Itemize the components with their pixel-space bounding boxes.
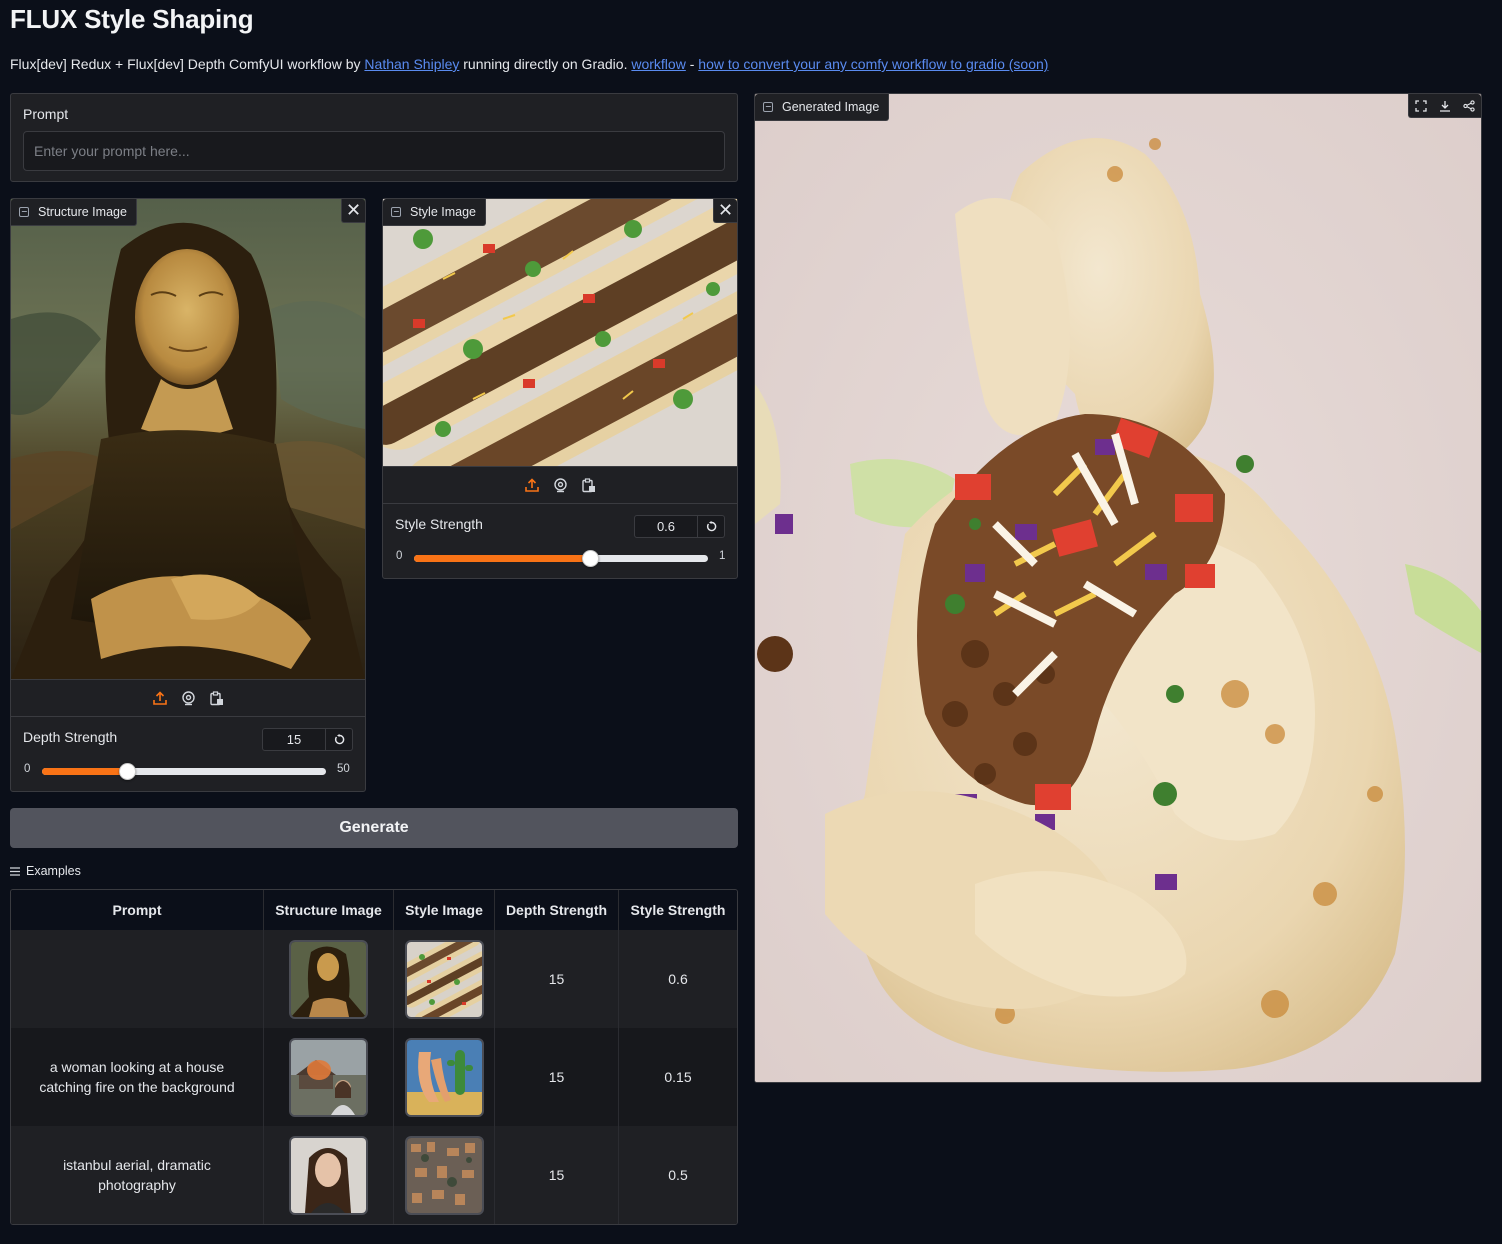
prompt-label: Prompt (23, 106, 69, 122)
example-depth-strength: 15 (495, 1028, 619, 1126)
mona-lisa-image (11, 199, 365, 679)
download-icon[interactable] (1433, 94, 1457, 117)
example-style-thumb (394, 1028, 495, 1126)
reset-icon (334, 734, 344, 745)
example-style-strength: 0.5 (668, 1167, 688, 1183)
structure-image-preview[interactable] (11, 199, 365, 679)
style-strength-max: 1 (719, 550, 726, 562)
structure-image-panel: Structure Image ✕ Depth Strength 15 0 50 (10, 198, 366, 792)
style-image-label-text: Style Image (410, 205, 477, 219)
example-row[interactable]: istanbul aerial, dramatic photography 15… (11, 1126, 737, 1224)
style-image-source-bar (383, 466, 737, 504)
structure-image-label: Structure Image (11, 199, 137, 226)
examples-label: Examples (10, 864, 81, 878)
image-icon (763, 102, 773, 112)
style-strength-track[interactable] (414, 550, 708, 567)
example-style-thumb (394, 930, 495, 1028)
generated-image[interactable] (755, 94, 1482, 1083)
prompt-panel: Prompt (10, 93, 738, 182)
example-structure-thumb (264, 930, 394, 1028)
style-image-label: Style Image (383, 199, 487, 226)
depth-strength-track[interactable] (42, 763, 326, 780)
depth-strength-reset-button[interactable] (326, 728, 353, 751)
structure-image-close-button[interactable]: ✕ (341, 199, 365, 223)
style-strength-label: Style Strength (395, 516, 483, 532)
depth-strength-knob[interactable] (119, 763, 137, 780)
image-icon (391, 207, 401, 217)
upload-icon[interactable] (152, 690, 168, 706)
reset-icon (706, 521, 716, 532)
style-image-close-button[interactable]: ✕ (713, 199, 737, 223)
depth-strength-slider: Depth Strength 15 0 50 (11, 717, 365, 791)
generated-image-label-text: Generated Image (782, 100, 880, 114)
generated-image-panel: Generated Image (754, 93, 1482, 1083)
header-structure-image: Structure Image (264, 890, 394, 930)
example-depth-strength: 15 (495, 930, 619, 1028)
workflow-link[interactable]: workflow (631, 56, 685, 72)
examples-table: Prompt Structure Image Style Image Depth… (10, 889, 738, 1225)
style-strength-min: 0 (396, 550, 403, 562)
example-style-strength: 0.15 (664, 1069, 692, 1085)
description-lead: Flux[dev] Redux + Flux[dev] Depth ComfyU… (10, 56, 365, 72)
example-prompt: istanbul aerial, dramatic photography (11, 1126, 264, 1224)
clipboard-icon[interactable] (580, 477, 596, 493)
style-strength-reset-button[interactable] (698, 515, 725, 538)
style-strength-fill (414, 555, 591, 562)
webcam-icon[interactable] (180, 690, 196, 706)
style-strength-slider: Style Strength 0.6 0 1 (383, 504, 737, 578)
example-row[interactable]: 15 0.6 (11, 930, 737, 1028)
style-strength-input[interactable]: 0.6 (634, 515, 698, 538)
author-link[interactable]: Nathan Shipley (364, 56, 459, 72)
structure-image-source-bar (11, 679, 365, 717)
page-description: Flux[dev] Redux + Flux[dev] Depth ComfyU… (10, 56, 1048, 72)
fullscreen-icon[interactable] (1409, 94, 1433, 117)
image-icon (19, 207, 29, 217)
share-icon[interactable] (1457, 94, 1481, 117)
webcam-icon[interactable] (552, 477, 568, 493)
depth-strength-label: Depth Strength (23, 729, 118, 745)
clipboard-icon[interactable] (208, 690, 224, 706)
depth-strength-min: 0 (24, 763, 31, 775)
header-prompt: Prompt (11, 890, 264, 930)
header-depth-strength: Depth Strength (495, 890, 619, 930)
convert-guide-link[interactable]: how to convert your any comfy workflow t… (698, 56, 1048, 72)
description-dash: - (685, 56, 699, 72)
example-style-strength: 0.6 (668, 971, 688, 987)
generated-image-label: Generated Image (755, 94, 890, 121)
prompt-input[interactable] (23, 131, 725, 171)
example-prompt: a woman looking at a house catching fire… (11, 1028, 264, 1126)
style-image-panel: Style Image ✕ Style Strength 0.6 0 1 (382, 198, 738, 579)
examples-label-text: Examples (26, 864, 81, 878)
example-style-thumb (394, 1126, 495, 1224)
page-title: FLUX Style Shaping (10, 4, 254, 34)
example-prompt (11, 930, 264, 1028)
description-middle: running directly on Gradio. (459, 56, 632, 72)
example-row[interactable]: a woman looking at a house catching fire… (11, 1028, 737, 1126)
style-image-preview[interactable] (383, 199, 737, 466)
example-depth-strength: 15 (495, 1126, 619, 1224)
header-style-image: Style Image (394, 890, 495, 930)
upload-icon[interactable] (524, 477, 540, 493)
examples-header-row: Prompt Structure Image Style Image Depth… (11, 890, 737, 930)
tacos-image (383, 199, 737, 466)
header-style-strength: Style Strength (630, 902, 726, 918)
structure-image-label-text: Structure Image (38, 205, 127, 219)
example-structure-thumb (264, 1028, 394, 1126)
generate-button[interactable]: Generate (10, 808, 738, 848)
depth-strength-max: 50 (337, 763, 350, 775)
depth-strength-fill (42, 768, 128, 775)
generated-image-toolbar (1408, 94, 1481, 118)
example-structure-thumb (264, 1126, 394, 1224)
list-icon (10, 866, 20, 876)
depth-strength-input[interactable]: 15 (262, 728, 326, 751)
style-strength-knob[interactable] (582, 550, 600, 567)
